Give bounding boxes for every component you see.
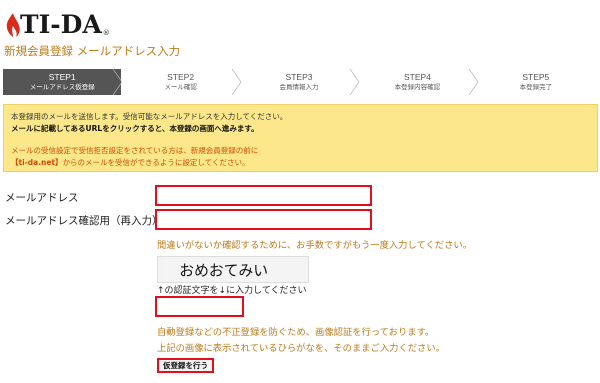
notice-line: 本登録用のメールを送信します。受信可能なメールアドレスを入力してください。 [11, 112, 288, 121]
step-label: 本登録完了 [519, 83, 553, 91]
step-number: STEP5 [522, 72, 550, 82]
step-arrow-icon [468, 69, 479, 95]
captcha-hint-2: 上記の画像に表示されているひらがなを、そのままご入力ください。 [157, 343, 445, 354]
site-logo[interactable]: TI-DA ® [4, 8, 110, 38]
step-3: STEP3 会員情報入力 [239, 69, 360, 95]
step-arrow-icon [112, 69, 123, 95]
step-2: STEP2 メール確認 [121, 69, 242, 95]
email-label: メールアドレス [5, 192, 79, 204]
step-number: STEP4 [403, 72, 431, 82]
captcha-text: おめおてみい [179, 263, 268, 280]
notice-bold-line: メールに記載してあるURLをクリックすると、本登録の画面へ進みます。 [11, 123, 259, 133]
logo-registered-mark: ® [102, 29, 110, 37]
step-progress-bar: STEP1 メールアドレス仮登録 STEP2 メール確認 STEP3 会員情報入… [3, 69, 596, 95]
notice-domain: 【ti-da.net】 [11, 157, 63, 167]
captcha-image: おめおてみい [157, 256, 309, 283]
step-5: STEP5 本登録完了 [476, 69, 596, 95]
step-arrow-icon [349, 69, 360, 95]
captcha-caption: ↑の認証文字を↓に入力してください [157, 286, 307, 296]
notice-warning: メールの受信設定で受信拒否設定をされている方は、新規会員登録の前に [11, 146, 259, 155]
notice-warning-2: 【ti-da.net】からのメールを受信ができるように設定してください。 [11, 157, 590, 169]
step-number: STEP1 [48, 72, 76, 82]
confirm-hint: 間違いがないか確認するために、お手数ですがもう一度入力してください。 [157, 240, 472, 251]
email-field[interactable] [155, 185, 372, 206]
step-4: STEP4 本登録内容確認 [358, 69, 479, 95]
notice-warning-rest: からのメールを受信ができるように設定してください。 [62, 157, 250, 167]
captcha-hint-1: 自動登録などの不正登録を防ぐため、画像認証を行っております。 [157, 327, 435, 338]
email-confirm-label: メールアドレス確認用（再入力） [5, 215, 163, 227]
notice-box: 本登録用のメールを送信します。受信可能なメールアドレスを入力してください。 メー… [3, 104, 598, 172]
provisional-register-button[interactable]: 仮登録を行う [157, 358, 214, 373]
step-1: STEP1 メールアドレス仮登録 [3, 69, 123, 95]
step-label: 本登録内容確認 [394, 83, 441, 91]
logo-text: TI-DA [20, 10, 102, 39]
step-number: STEP2 [167, 72, 195, 82]
page-title: 新規会員登録 メールアドレス入力 [4, 44, 181, 58]
captcha-field[interactable] [155, 296, 244, 317]
step-label: 会員情報入力 [279, 83, 319, 91]
email-confirm-field[interactable] [155, 209, 372, 230]
step-label: メールアドレス仮登録 [29, 83, 95, 91]
step-number: STEP3 [285, 72, 313, 82]
step-arrow-icon [231, 69, 242, 95]
step-label: メール確認 [164, 83, 197, 91]
